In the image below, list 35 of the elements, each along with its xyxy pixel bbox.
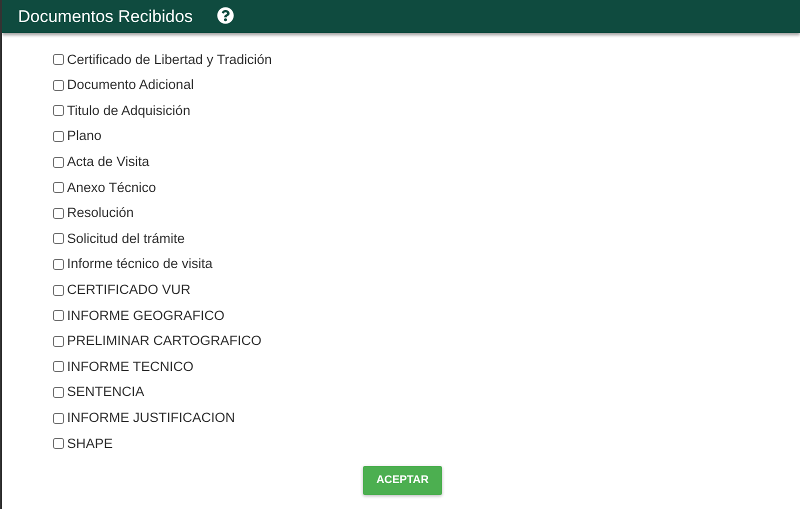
document-label: INFORME GEOGRAFICO xyxy=(67,306,225,325)
document-checkbox[interactable] xyxy=(53,182,64,194)
document-checkbox[interactable] xyxy=(53,284,64,296)
document-label: SENTENCIA xyxy=(67,383,144,402)
accept-button[interactable]: ACEPTAR xyxy=(363,466,442,494)
document-label: CERTIFICADO VUR xyxy=(67,281,191,300)
document-label: INFORME JUSTIFICACION xyxy=(67,408,235,427)
document-checkbox[interactable] xyxy=(53,131,64,142)
help-icon[interactable] xyxy=(216,6,234,24)
document-label: PRELIMINAR CARTOGRAFICO xyxy=(67,332,262,350)
document-label: Resolución xyxy=(67,204,134,222)
document-label: Documento Adicional xyxy=(67,76,194,94)
document-checkbox[interactable] xyxy=(53,80,64,91)
document-label: Titulo de Adquisición xyxy=(67,102,190,120)
document-checkbox[interactable] xyxy=(53,310,64,322)
document-checkbox[interactable] xyxy=(53,156,64,168)
document-checkbox[interactable] xyxy=(53,105,64,116)
document-checkbox[interactable] xyxy=(53,387,64,398)
document-checkbox[interactable] xyxy=(53,361,64,372)
document-checkbox[interactable] xyxy=(53,233,64,244)
document-checkbox[interactable] xyxy=(53,259,64,270)
document-label: INFORME TECNICO xyxy=(67,358,194,376)
document-checkbox[interactable] xyxy=(53,438,64,450)
document-label: Solicitud del trámite xyxy=(67,230,185,248)
panel-title: Documentos Recibidos xyxy=(18,6,193,28)
document-checkbox[interactable] xyxy=(53,54,64,66)
document-checkbox[interactable] xyxy=(53,412,64,424)
document-label: Plano xyxy=(67,127,102,146)
document-label: Acta de Visita xyxy=(67,153,150,172)
document-label: SHAPE xyxy=(67,434,113,453)
document-label: Anexo Técnico xyxy=(67,178,156,197)
document-label: Certificado de Libertad y Tradición xyxy=(67,50,272,69)
document-checkbox[interactable] xyxy=(53,208,64,219)
document-label: Informe técnico de visita xyxy=(67,255,213,274)
document-checkbox[interactable] xyxy=(53,336,64,347)
